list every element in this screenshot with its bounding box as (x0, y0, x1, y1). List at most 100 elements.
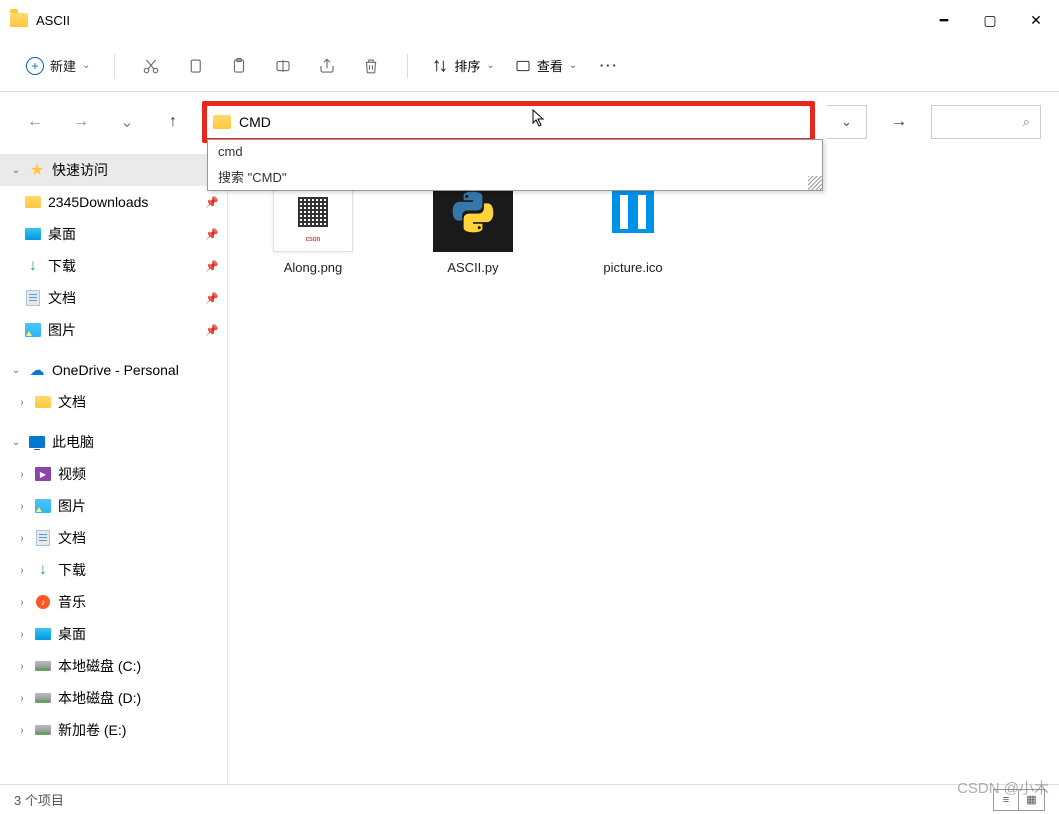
rename-button[interactable] (265, 48, 301, 84)
chevron-right-icon: › (10, 629, 34, 640)
ico-graphic (612, 191, 654, 233)
address-dropdown: cmd 搜索 "CMD" (207, 139, 823, 191)
dropdown-item-search[interactable]: 搜索 "CMD" (208, 163, 822, 190)
sidebar-item-downloads-2345[interactable]: 2345Downloads 📌 (0, 186, 227, 218)
address-bar[interactable] (202, 101, 815, 143)
star-icon: ★ (28, 161, 46, 179)
sidebar-item-downloads-pc[interactable]: › ↓ 下载 (0, 554, 227, 586)
new-label: 新建 (50, 56, 76, 75)
delete-button[interactable] (353, 48, 389, 84)
chevron-right-icon: › (10, 725, 34, 736)
close-button[interactable]: ✕ (1013, 0, 1059, 40)
sidebar-item-music[interactable]: › ♪ 音乐 (0, 586, 227, 618)
titlebar: ASCII ━ ▢ ✕ (0, 0, 1059, 40)
download-icon: ↓ (24, 257, 42, 275)
resize-grip[interactable] (808, 176, 822, 190)
sort-button[interactable]: 排序 ⌄ (426, 52, 500, 79)
sidebar-this-pc[interactable]: ⌄ 此电脑 (0, 426, 227, 458)
view-button[interactable]: 查看 ⌄ (509, 52, 583, 79)
sort-icon (432, 58, 448, 74)
cut-button[interactable] (133, 48, 169, 84)
cloud-icon: ☁ (28, 361, 46, 379)
chevron-down-icon: ⌄ (4, 437, 28, 448)
drive-icon (35, 661, 51, 671)
window-title: ASCII (36, 13, 70, 28)
address-dropdown-toggle[interactable]: ⌄ (827, 105, 867, 139)
chevron-down-icon: ⌄ (486, 60, 494, 71)
chevron-right-icon: › (10, 693, 34, 704)
sidebar-item-desktop[interactable]: 桌面 📌 (0, 218, 227, 250)
dropdown-item-cmd[interactable]: cmd (208, 140, 822, 163)
view-label: 查看 (537, 56, 563, 75)
minimize-button[interactable]: ━ (921, 0, 967, 40)
sidebar-item-downloads[interactable]: ↓ 下载 📌 (0, 250, 227, 282)
search-box[interactable]: ⌕ (931, 105, 1041, 139)
go-button[interactable]: → (879, 105, 919, 139)
address-input[interactable] (237, 112, 804, 132)
sidebar-item-desktop-pc[interactable]: › 桌面 (0, 618, 227, 650)
quick-label: 快速访问 (52, 160, 219, 180)
sidebar-quick-access[interactable]: ⌄ ★ 快速访问 (0, 154, 227, 186)
sidebar-item-pictures[interactable]: 图片 📌 (0, 314, 227, 346)
back-button[interactable]: ← (18, 105, 52, 139)
sidebar: ⌄ ★ 快速访问 2345Downloads 📌 桌面 📌 ↓ 下载 📌 文档 … (0, 152, 228, 784)
folder-icon (25, 196, 41, 208)
pin-icon: 📌 (205, 228, 219, 241)
view-switcher: ≡ ▦ (993, 789, 1045, 811)
download-icon: ↓ (34, 561, 52, 579)
sidebar-item-pictures-pc[interactable]: › 图片 (0, 490, 227, 522)
sidebar-item-onedrive-docs[interactable]: › 文档 (0, 386, 227, 418)
maximize-button[interactable]: ▢ (967, 0, 1013, 40)
window-controls: ━ ▢ ✕ (921, 0, 1059, 40)
desktop-icon (35, 628, 51, 640)
view-icon (515, 58, 531, 74)
sidebar-item-drive-e[interactable]: › 新加卷 (E:) (0, 714, 227, 746)
chevron-right-icon: › (10, 565, 34, 576)
separator (114, 54, 115, 78)
sidebar-onedrive[interactable]: ⌄ ☁ OneDrive - Personal (0, 354, 227, 386)
paste-button[interactable] (221, 48, 257, 84)
qr-icon (298, 197, 328, 227)
more-button[interactable]: ··· (591, 48, 627, 84)
pin-icon: 📌 (205, 196, 219, 209)
drive-icon (35, 693, 51, 703)
recent-button[interactable]: ⌄ (110, 105, 144, 139)
share-button[interactable] (309, 48, 345, 84)
copy-button[interactable] (177, 48, 213, 84)
music-icon: ♪ (36, 595, 50, 609)
new-button[interactable]: + 新建 ⌄ (20, 52, 96, 79)
nav-row: ← → ⌄ ↑ cmd 搜索 "CMD" ⌄ → ⌕ (0, 92, 1059, 152)
plus-icon: + (26, 57, 44, 75)
sidebar-item-drive-c[interactable]: › 本地磁盘 (C:) (0, 650, 227, 682)
chevron-right-icon: › (10, 397, 34, 408)
video-icon: ▶ (35, 467, 51, 481)
view-icons-button[interactable]: ▦ (1019, 789, 1045, 811)
chevron-down-icon: ⌄ (569, 60, 577, 71)
chevron-down-icon: ⌄ (82, 60, 90, 71)
chevron-right-icon: › (10, 469, 34, 480)
picture-icon (25, 323, 41, 337)
qr-label: cson (306, 236, 321, 243)
item-count: 3 个项目 (14, 790, 64, 809)
chevron-right-icon: › (10, 501, 34, 512)
picture-icon (35, 499, 51, 513)
up-button[interactable]: ↑ (156, 105, 190, 139)
python-icon (448, 187, 498, 237)
file-area[interactable]: cson Along.png ASCII.py picture.ico (228, 152, 1059, 784)
document-icon (26, 290, 40, 306)
pin-icon: 📌 (205, 260, 219, 273)
view-details-button[interactable]: ≡ (993, 789, 1019, 811)
sidebar-item-documents-pc[interactable]: › 文档 (0, 522, 227, 554)
sidebar-item-videos[interactable]: › ▶ 视频 (0, 458, 227, 490)
separator (407, 54, 408, 78)
pin-icon: 📌 (205, 324, 219, 337)
file-name: Along.png (258, 260, 368, 275)
folder-icon (35, 396, 51, 408)
drive-icon (35, 725, 51, 735)
main: ⌄ ★ 快速访问 2345Downloads 📌 桌面 📌 ↓ 下载 📌 文档 … (0, 152, 1059, 784)
sidebar-item-drive-d[interactable]: › 本地磁盘 (D:) (0, 682, 227, 714)
chevron-down-icon: ⌄ (4, 165, 28, 176)
forward-button[interactable]: → (64, 105, 98, 139)
sidebar-item-documents[interactable]: 文档 📌 (0, 282, 227, 314)
status-bar: 3 个项目 ≡ ▦ (0, 784, 1059, 814)
